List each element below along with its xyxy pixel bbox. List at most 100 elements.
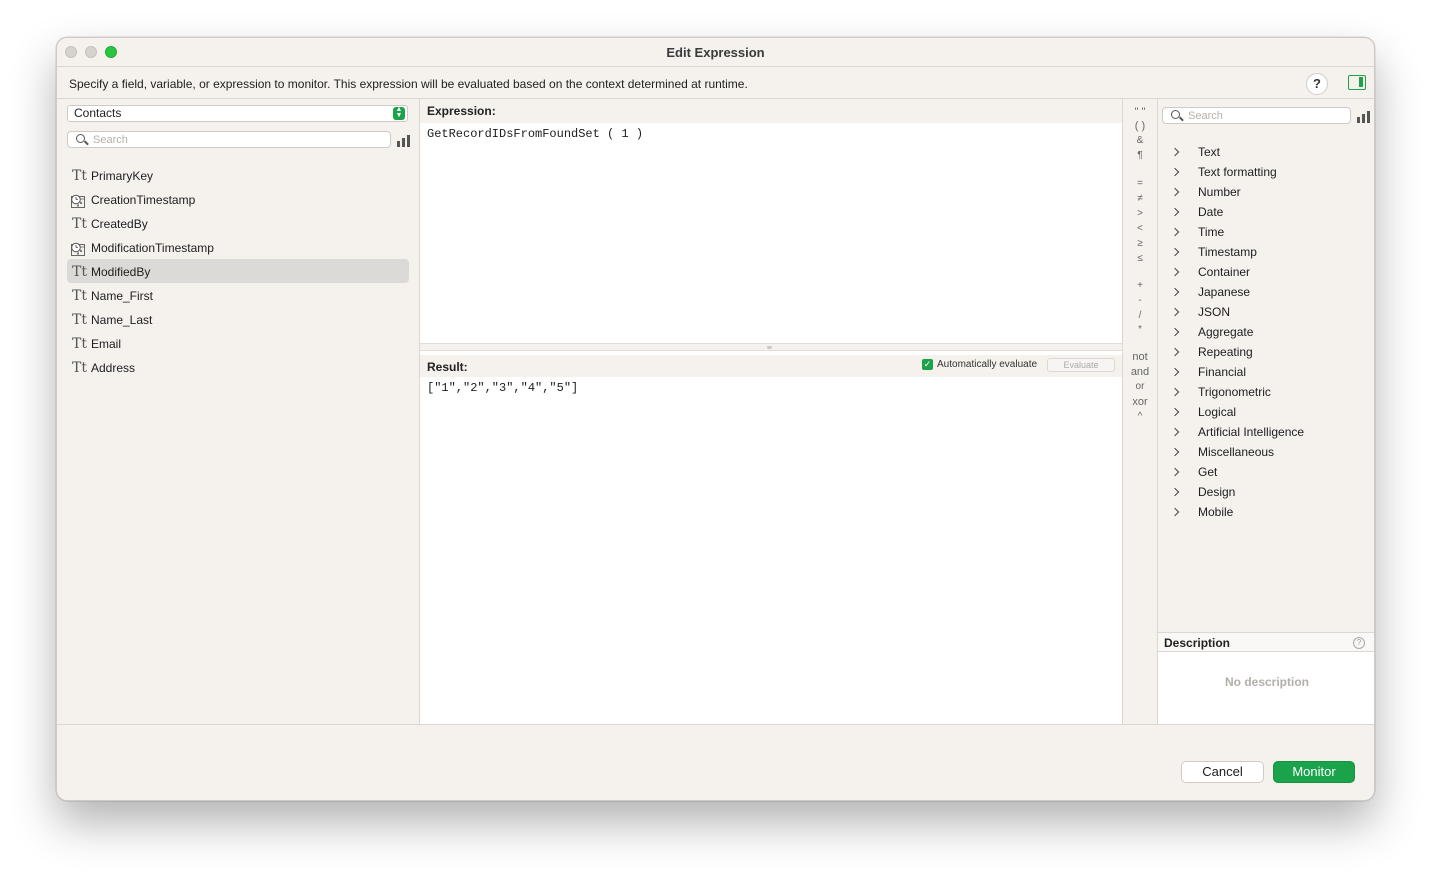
field-item[interactable]: Tt PrimaryKey [67, 163, 409, 187]
functions-search-input[interactable] [1188, 109, 1338, 122]
cancel-button[interactable]: Cancel [1181, 761, 1264, 783]
field-item[interactable]: Tt ModifiedBy [67, 259, 409, 283]
chevron-right-icon [1170, 167, 1180, 177]
field-item[interactable]: Tt Email [67, 331, 409, 355]
function-category[interactable]: Trigonometric [1158, 382, 1374, 402]
operator-button[interactable]: ^ [1123, 411, 1157, 423]
pane-splitter[interactable] [420, 343, 1122, 351]
select-arrows-icon: ▲ ▼ [393, 106, 405, 120]
sort-options-icon[interactable] [397, 135, 410, 147]
operator-button[interactable]: and [1123, 366, 1157, 378]
chevron-right-icon [1170, 147, 1180, 157]
operator-button[interactable]: ¶ [1123, 150, 1157, 162]
operator-button[interactable]: + [1123, 280, 1157, 292]
bottom-bar: Cancel Monitor [57, 724, 1374, 800]
function-category[interactable]: JSON [1158, 302, 1374, 322]
function-category[interactable]: Financial [1158, 362, 1374, 382]
field-item-label: ModificationTimestamp [91, 240, 214, 255]
chevron-right-icon [1170, 267, 1180, 277]
function-category[interactable]: Time [1158, 222, 1374, 242]
operator-button[interactable]: & [1123, 135, 1157, 147]
chevron-right-icon [1170, 407, 1180, 417]
operator-button[interactable]: = [1123, 178, 1157, 190]
function-category-label: Design [1198, 485, 1236, 499]
splitter-handle-icon [767, 346, 772, 349]
field-item[interactable]: Tt CreatedBy [67, 211, 409, 235]
operators-strip: " " ( ) & ¶ = ≠ > < ≥ ≤ + - / * not and or xor ^ [1122, 99, 1158, 724]
function-category[interactable]: Repeating [1158, 342, 1374, 362]
description-label: Description [1164, 636, 1231, 650]
sidebar-toggle-icon[interactable] [1348, 75, 1366, 90]
field-item-label: ModifiedBy [91, 264, 151, 279]
function-category[interactable]: Container [1158, 262, 1374, 282]
field-item-label: Address [91, 360, 136, 375]
function-category-list: Text Text formatting Number Date Time Timesta… [1158, 142, 1374, 522]
edit-expression-window: Edit Expression Specify a field, variabl… [56, 37, 1375, 801]
operator-button[interactable]: * [1123, 324, 1157, 336]
chevron-right-icon [1170, 487, 1180, 497]
function-category[interactable]: Get [1158, 462, 1374, 482]
operator-button[interactable]: ≥ [1123, 238, 1157, 250]
chevron-right-icon [1170, 507, 1180, 517]
chevron-right-icon [1170, 467, 1180, 477]
close-window-button[interactable] [65, 46, 77, 58]
text-field-icon: Tt [72, 359, 87, 376]
chevron-right-icon [1170, 367, 1180, 377]
function-category-label: Get [1198, 465, 1218, 479]
field-item[interactable]: ModificationTimestamp [67, 235, 409, 259]
function-category[interactable]: Text [1158, 142, 1374, 162]
operator-button[interactable]: or [1123, 381, 1157, 393]
function-category-label: Miscellaneous [1198, 445, 1275, 459]
search-icon [76, 134, 85, 143]
auto-evaluate-checkbox[interactable]: ✓ [922, 359, 933, 370]
minimize-window-button[interactable] [85, 46, 97, 58]
function-category[interactable]: Timestamp [1158, 242, 1374, 262]
operator-button[interactable]: " " [1123, 106, 1157, 118]
field-item[interactable]: Tt Address [67, 355, 409, 379]
operator-button[interactable]: < [1123, 223, 1157, 235]
field-item[interactable]: Tt Name_Last [67, 307, 409, 331]
operator-button[interactable]: ≤ [1123, 253, 1157, 265]
functions-search-box [1162, 107, 1351, 124]
function-category[interactable]: Date [1158, 202, 1374, 222]
function-category[interactable]: Number [1158, 182, 1374, 202]
field-item[interactable]: CreationTimestamp [67, 187, 409, 211]
operator-button[interactable]: not [1123, 351, 1157, 363]
chevron-right-icon [1170, 247, 1180, 257]
chevron-right-icon [1170, 347, 1180, 357]
function-category-label: Aggregate [1198, 325, 1254, 339]
evaluate-button[interactable]: Evaluate [1047, 358, 1115, 372]
function-view-options-icon[interactable] [1357, 111, 1370, 123]
monitor-button[interactable]: Monitor [1273, 761, 1355, 783]
function-category[interactable]: Aggregate [1158, 322, 1374, 342]
operator-button[interactable]: xor [1123, 396, 1157, 408]
help-button[interactable]: ? [1306, 73, 1328, 95]
description-body: No description [1158, 652, 1374, 724]
chevron-right-icon [1170, 427, 1180, 437]
timestamp-field-icon [71, 240, 86, 256]
field-item[interactable]: Tt Name_First [67, 283, 409, 307]
operator-button[interactable]: ≠ [1123, 193, 1157, 205]
expression-editor[interactable]: GetRecordIDsFromFoundSet ( 1 ) [427, 127, 643, 141]
function-category[interactable]: Mobile [1158, 502, 1374, 522]
chevron-right-icon [1170, 327, 1180, 337]
result-header: Result: ✓ Automatically evaluate Evaluat… [420, 355, 1122, 377]
chevron-right-icon [1170, 447, 1180, 457]
operator-button[interactable]: - [1123, 295, 1157, 307]
fields-search-input[interactable] [93, 133, 351, 146]
operator-button[interactable]: / [1123, 310, 1157, 322]
function-category[interactable]: Miscellaneous [1158, 442, 1374, 462]
function-category[interactable]: Design [1158, 482, 1374, 502]
function-category[interactable]: Japanese [1158, 282, 1374, 302]
description-help-icon[interactable]: ? [1353, 637, 1365, 649]
operator-button[interactable]: ( ) [1123, 120, 1157, 132]
function-category[interactable]: Artificial Intelligence [1158, 422, 1374, 442]
function-category[interactable]: Text formatting [1158, 162, 1374, 182]
function-category[interactable]: Logical [1158, 402, 1374, 422]
table-select[interactable]: Contacts ▲ ▼ [67, 105, 408, 122]
field-item-label: Email [91, 336, 122, 351]
timestamp-field-icon [71, 192, 86, 208]
operator-button[interactable]: > [1123, 208, 1157, 220]
function-category-label: Container [1198, 265, 1251, 279]
zoom-window-button[interactable] [105, 46, 117, 58]
